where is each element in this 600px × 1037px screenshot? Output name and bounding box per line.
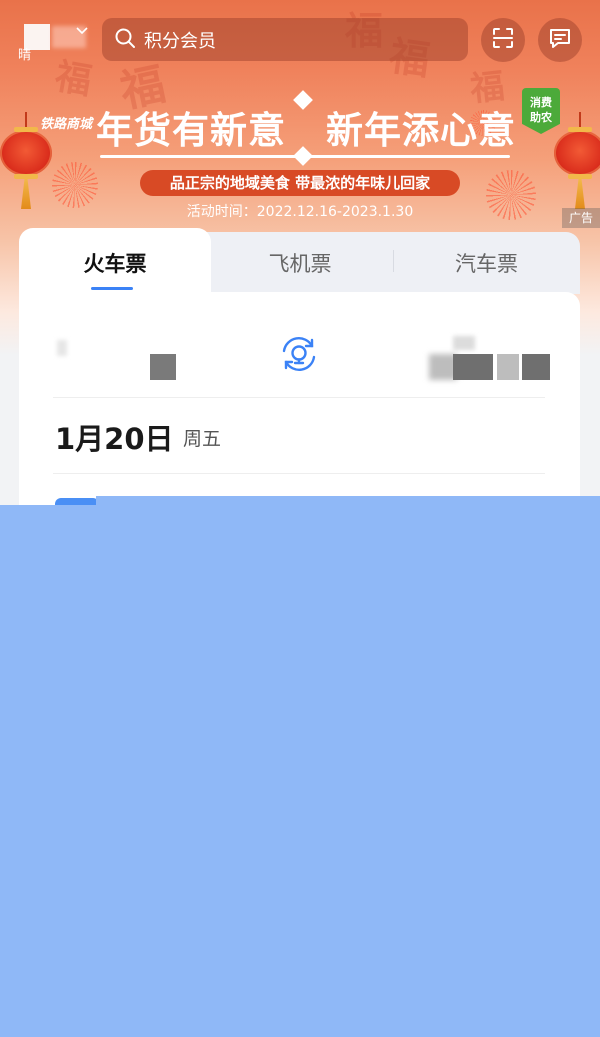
- badge-line: 助农: [530, 111, 552, 124]
- tab-train[interactable]: 火车票: [19, 248, 211, 278]
- search-placeholder: 积分会员: [144, 30, 216, 52]
- departure-station[interactable]: [53, 332, 183, 380]
- weather-text: 晴: [18, 48, 32, 63]
- ticket-type-tabs: 火车票 飞机票 汽车票: [19, 228, 580, 298]
- overlay-panel: [0, 505, 600, 1037]
- activity-time: 活动时间：2022.12.16-2023.1.30: [186, 204, 414, 220]
- badge-line: 消费: [530, 96, 552, 109]
- lantern-right: [550, 112, 600, 209]
- chevron-down-icon: [76, 24, 88, 38]
- brand-logo: 铁路商城: [40, 117, 93, 132]
- app-screen: 福 福 福 福 福 铁路商城 年货有新意 新年添心意 品正宗的地域美食 带最浓的…: [0, 0, 600, 1037]
- redacted-text: [522, 354, 550, 380]
- redacted-text: [57, 340, 67, 356]
- redacted-text: [453, 336, 475, 350]
- slogan-left: 年货有新意: [96, 108, 286, 152]
- departure-date[interactable]: 1月20日: [55, 416, 174, 458]
- message-button[interactable]: [538, 18, 582, 62]
- weather-location-selector[interactable]: 晴: [18, 22, 90, 63]
- search-icon: [114, 27, 136, 53]
- banner-subtitle: 品正宗的地域美食 带最浓的年味儿回家: [140, 170, 460, 196]
- slogan-right: 新年添心意: [326, 108, 516, 152]
- departure-weekday: 周五: [183, 428, 222, 450]
- scan-button[interactable]: [481, 18, 525, 62]
- search-input[interactable]: 积分会员: [102, 18, 468, 61]
- ad-label: 广告: [562, 208, 600, 228]
- active-tab-indicator: [91, 287, 133, 290]
- redacted-text: [150, 354, 176, 380]
- redacted-text: [453, 354, 493, 380]
- slogan-underline: [100, 155, 510, 158]
- tab-bus[interactable]: 汽车票: [393, 248, 580, 278]
- lantern-icon: [554, 127, 600, 179]
- divider: [53, 473, 545, 474]
- swap-stations-button[interactable]: [277, 332, 321, 376]
- ticket-booking-card: 火车票 飞机票 汽车票 1月20日 周五: [19, 228, 580, 532]
- scan-icon: [491, 26, 515, 54]
- divider: [53, 397, 545, 398]
- banner-slogan: 年货有新意 新年添心意: [96, 100, 516, 154]
- arrival-station[interactable]: [425, 332, 553, 380]
- tab-flight[interactable]: 飞机票: [207, 248, 393, 278]
- swap-train-icon: [277, 337, 321, 380]
- redacted-text: [497, 354, 519, 380]
- lantern-icon: [0, 127, 52, 179]
- message-icon: [548, 26, 572, 54]
